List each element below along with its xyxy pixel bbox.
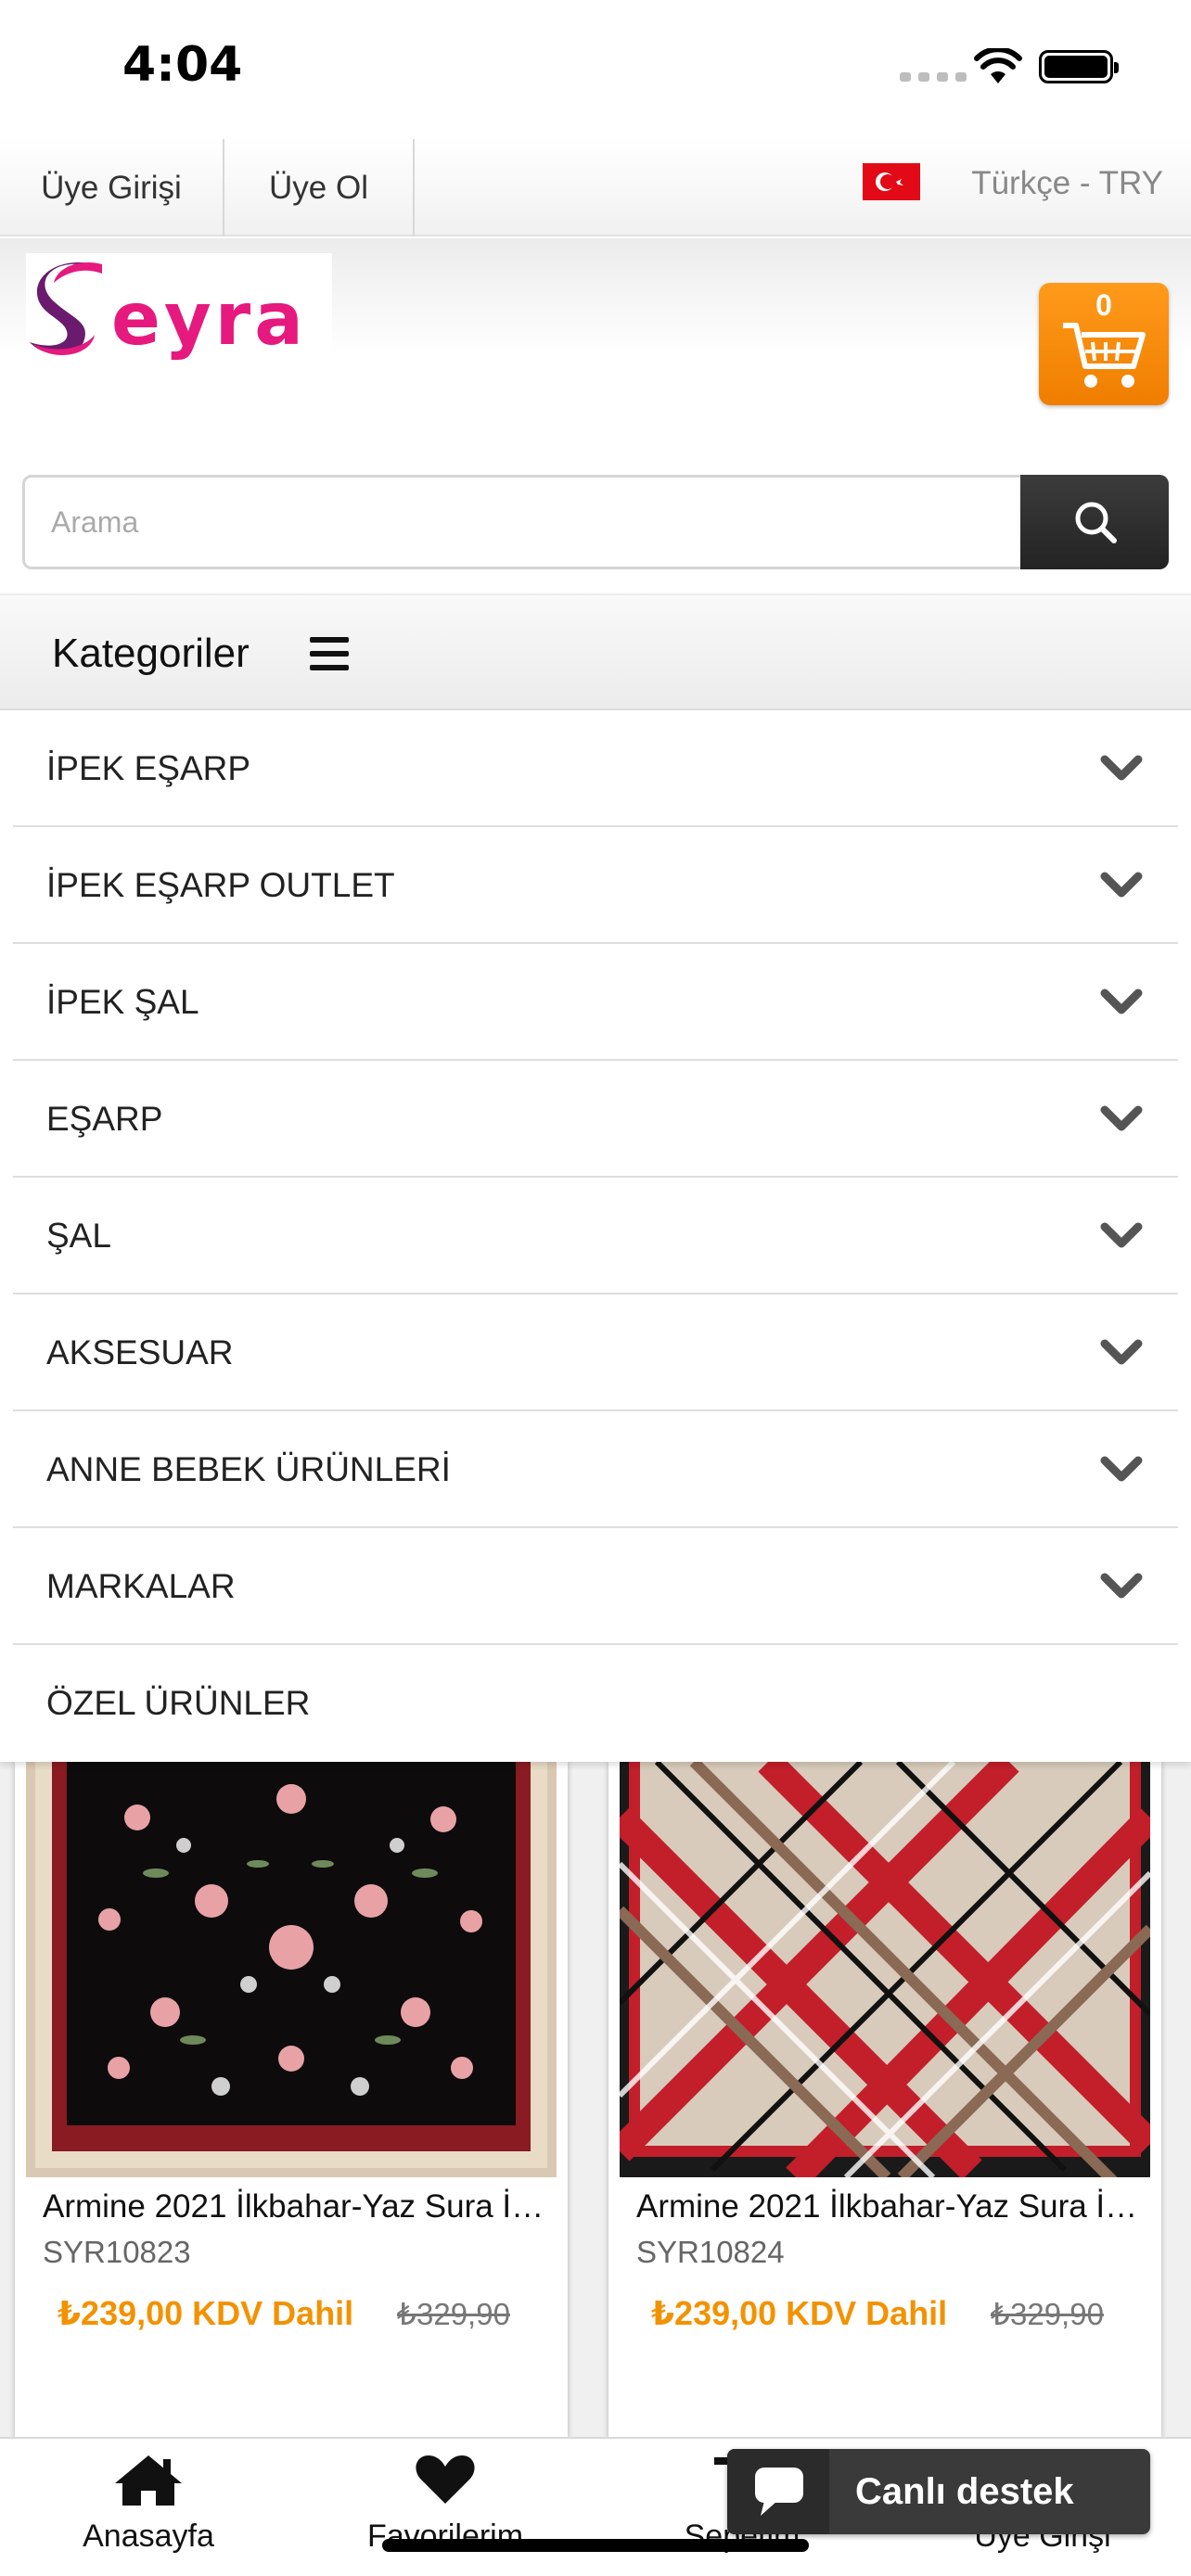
home-indicator [382, 2539, 809, 2552]
turkey-flag-icon[interactable] [863, 163, 920, 200]
category-label: AKSESUAR [46, 1333, 234, 1371]
logo-wordmark: eyra [111, 278, 307, 362]
tab-favorites[interactable]: Favorilerim [297, 2439, 594, 2576]
product-image[interactable] [620, 1762, 1150, 2177]
chevron-down-icon[interactable] [1100, 1573, 1143, 1600]
product-card[interactable]: Armine 2021 İlkbahar-Yaz Sura İpek Eşarp… [608, 1762, 1161, 2439]
chevron-down-icon[interactable] [1100, 1339, 1143, 1367]
language-currency-selector[interactable]: Türkçe - TRY [971, 139, 1163, 227]
product-image[interactable] [26, 1762, 557, 2177]
chevron-down-icon[interactable] [1100, 755, 1143, 783]
live-chat-button[interactable]: Canlı destek [727, 2449, 1150, 2534]
product-price: ₺239,00 KDV Dahil [58, 2294, 354, 2332]
chevron-down-icon[interactable] [1100, 1105, 1143, 1133]
chevron-down-icon[interactable] [1100, 988, 1143, 1016]
product-name[interactable]: Armine 2021 İlkbahar-Yaz Sura İpek Eşarp [43, 2188, 549, 2225]
chat-bubble-icon [727, 2449, 829, 2534]
tab-home[interactable]: Anasayfa [0, 2439, 297, 2576]
top-links-bar: Üye Girişi Üye Ol Türkçe - TRY [0, 139, 1191, 236]
chevron-down-icon[interactable] [1100, 872, 1143, 899]
category-label: MARKALAR [46, 1567, 236, 1605]
category-label: ANNE BEBEK ÜRÜNLERİ [46, 1450, 451, 1488]
battery-icon [1039, 50, 1119, 83]
product-code: SYR10824 [636, 2235, 785, 2269]
seyra-logo[interactable]: eyra [26, 253, 332, 363]
category-label: İPEK EŞARP [46, 749, 251, 787]
register-link[interactable]: Üye Ol [224, 139, 415, 236]
category-label: İPEK ŞAL [46, 983, 199, 1021]
category-label: EŞARP [46, 1100, 163, 1138]
login-link[interactable]: Üye Girişi [0, 139, 224, 236]
live-chat-label: Canlı destek [855, 2471, 1074, 2512]
chevron-down-icon[interactable] [1100, 1456, 1143, 1484]
category-label: İPEK EŞARP OUTLET [46, 866, 395, 904]
site-header: eyra 0 [0, 238, 1191, 452]
category-item-ipek-esarp-outlet[interactable]: İPEK EŞARP OUTLET [13, 827, 1178, 944]
search-button[interactable] [1020, 475, 1169, 569]
product-name[interactable]: Armine 2021 İlkbahar-Yaz Sura İpek Eşarp [636, 2188, 1143, 2225]
product-card[interactable]: Armine 2021 İlkbahar-Yaz Sura İpek Eşarp… [15, 1762, 568, 2439]
category-label: ŞAL [46, 1217, 111, 1255]
category-item-aksesuar[interactable]: AKSESUAR [13, 1294, 1178, 1411]
status-time: 4:04 [122, 37, 243, 93]
category-label: ÖZEL ÜRÜNLER [46, 1684, 311, 1722]
status-bar: 4:04 [0, 0, 1191, 139]
cart-button[interactable]: 0 [1039, 283, 1169, 405]
hamburger-menu-icon[interactable] [310, 637, 349, 670]
wifi-icon [974, 48, 1022, 83]
search-input[interactable] [51, 478, 1016, 567]
product-old-price: ₺329,90 [397, 2297, 510, 2331]
categories-title: Kategoriler [52, 631, 250, 676]
search-bar [22, 475, 1169, 569]
category-item-ipek-esarp[interactable]: İPEK EŞARP [13, 710, 1178, 827]
chevron-down-icon[interactable] [1100, 1222, 1143, 1250]
product-code: SYR10823 [43, 2235, 191, 2269]
product-old-price: ₺329,90 [991, 2297, 1104, 2331]
shopping-cart-icon [1063, 323, 1146, 388]
category-item-sal[interactable]: ŞAL [13, 1178, 1178, 1294]
heart-icon [416, 2455, 475, 2504]
tab-home-label: Anasayfa [83, 2519, 214, 2554]
category-item-ozel-urunler[interactable]: ÖZEL ÜRÜNLER [13, 1645, 1178, 1762]
cellular-signal-icon [900, 72, 967, 82]
search-icon [1075, 502, 1117, 543]
product-price: ₺239,00 KDV Dahil [651, 2294, 948, 2332]
category-item-esarp[interactable]: EŞARP [13, 1061, 1178, 1178]
home-icon [115, 2455, 182, 2506]
category-item-ipek-sal[interactable]: İPEK ŞAL [13, 944, 1178, 1061]
product-grid: Armine 2021 İlkbahar-Yaz Sura İpek Eşarp… [0, 1762, 1191, 2439]
category-item-anne-bebek-urunleri[interactable]: ANNE BEBEK ÜRÜNLERİ [13, 1411, 1178, 1528]
categories-header[interactable]: Kategoriler [0, 593, 1191, 710]
category-list: İPEK EŞARP İPEK EŞARP OUTLET İPEK ŞAL EŞ… [0, 710, 1191, 1762]
category-item-markalar[interactable]: MARKALAR [13, 1528, 1178, 1645]
